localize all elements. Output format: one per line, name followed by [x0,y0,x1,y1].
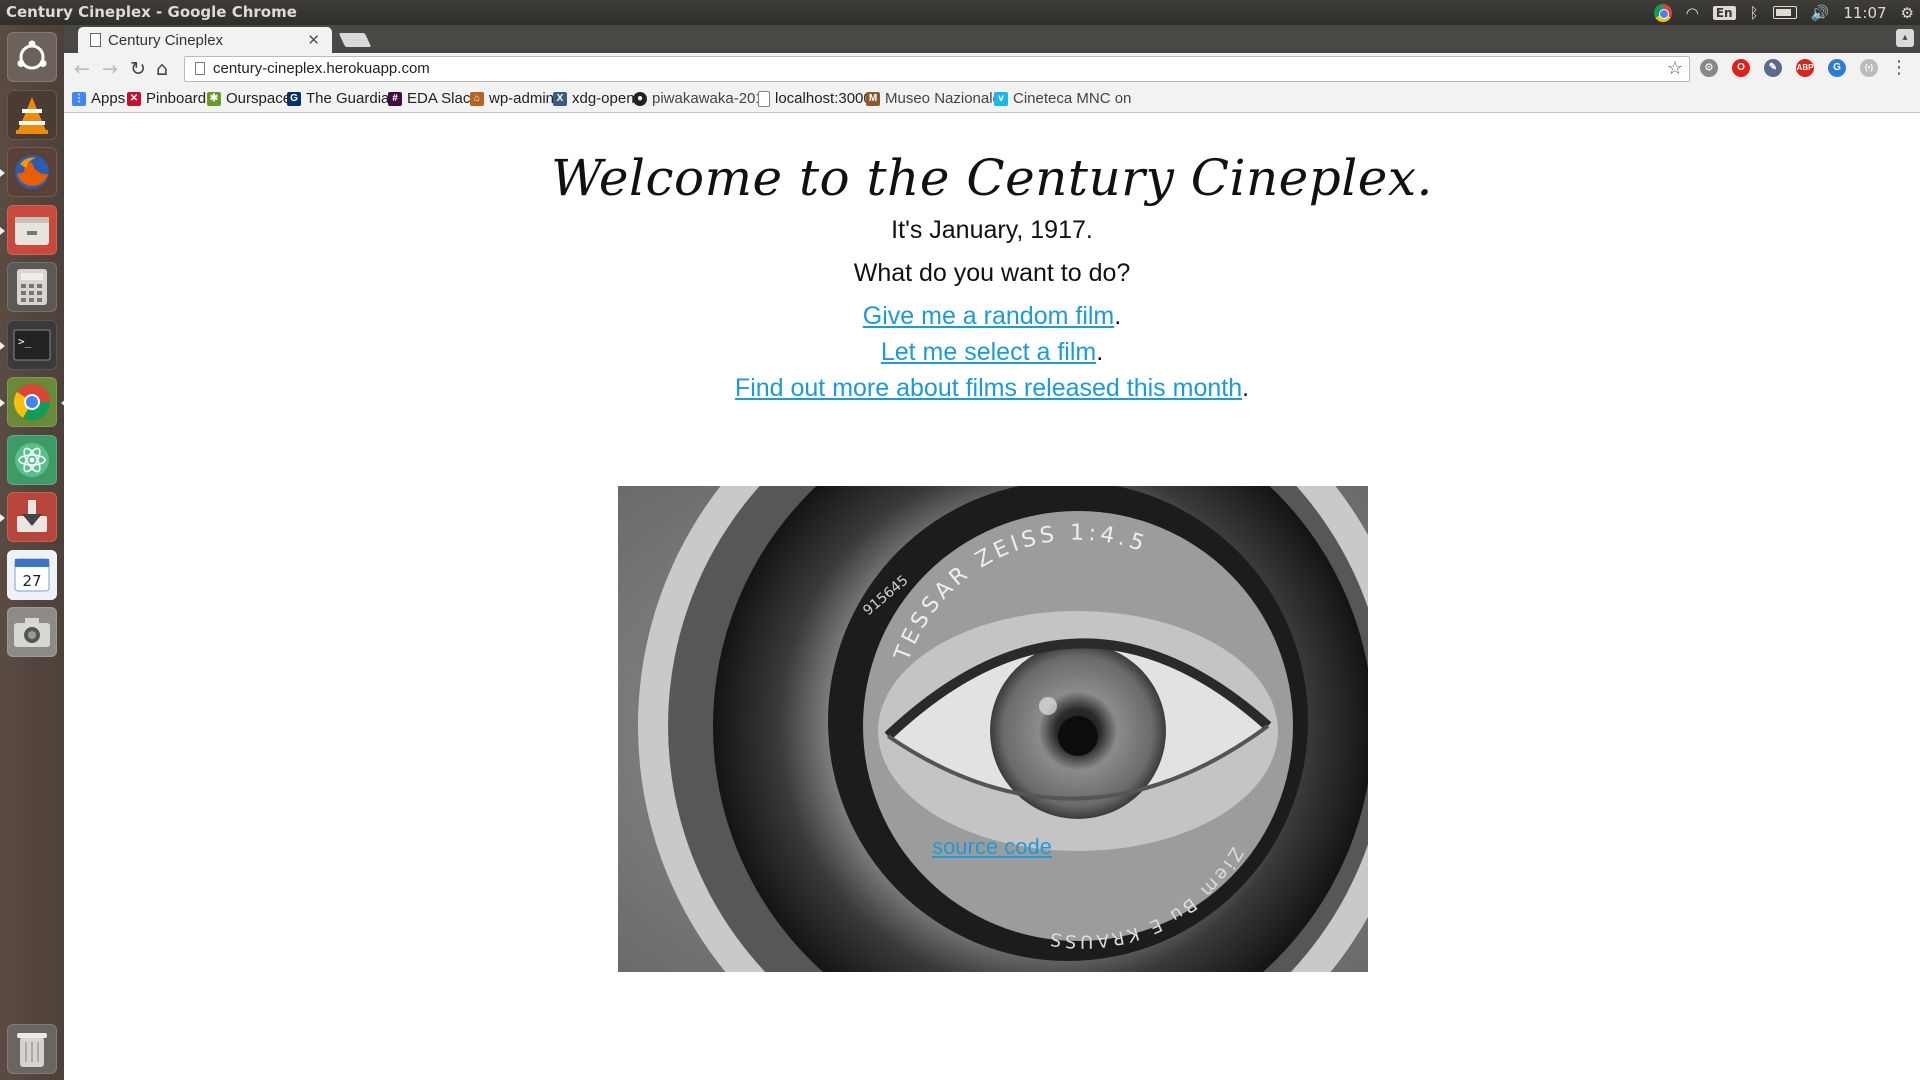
films-this-month-line: Find out more about films released this … [734,374,1250,402]
bookmark-cineteca[interactable]: v Cineteca MNC on [994,90,1131,107]
select-film-line: Let me select a film. [880,338,1104,366]
ubuntu-dash-icon[interactable] [7,32,57,82]
translate-extension-icon[interactable]: G [1828,59,1846,77]
bookmark-piwakawaka[interactable]: ● piwakawaka-201 [633,90,764,107]
rss-extension-icon[interactable]: (•) [1860,59,1878,77]
new-tab-button[interactable] [338,33,372,47]
date-text: It's January, 1917. [891,216,1093,244]
running-indicator [0,227,5,235]
page-content: Welcome to the Century Cineplex. It's Ja… [64,113,1920,1080]
slack-icon: # [388,91,402,106]
terminal-icon[interactable]: >_ [0,320,57,370]
running-indicator [0,514,5,522]
reload-icon[interactable]: ↻ [130,58,146,80]
wp-icon: ⌂ [470,91,484,106]
system-top-panel: Century Cineplex - Google Chrome ◠ En ᛒ … [0,0,1920,25]
volume-icon[interactable]: 🔊 [1811,4,1830,22]
camera-lens-eye-image: TESSAR ZEISS 1:4.5 Ziem Bu E KRAUSS 9156… [618,486,1368,972]
tab-strip: Century Cineplex ✕ ▴ [64,25,1920,53]
bluetooth-icon[interactable]: ᛒ [1750,4,1759,22]
calendar-icon[interactable]: 27 [7,550,57,600]
page-favicon-icon [90,33,101,47]
installer-icon[interactable] [0,492,57,542]
trash-icon[interactable] [7,1024,57,1074]
bookmark-ourspace[interactable]: ✱ Ourspace [207,90,291,107]
museo-icon: M [866,91,880,106]
calculator-icon[interactable] [7,262,57,312]
bookmark-apps[interactable]: ⋮ Apps [72,90,125,107]
random-film-link[interactable]: Give me a random film [863,302,1114,330]
tab-title: Century Cineplex [108,32,224,49]
files-icon[interactable] [0,205,57,255]
page-info-icon[interactable] [195,62,205,75]
apps-grid-icon: ⋮ [72,91,86,106]
svg-text:>_: >_ [18,335,32,348]
page-title: Welcome to the Century Cineplex. [551,149,1433,207]
browser-window: Century Cineplex ✕ ▴ ← → ↻ ⌂ century-cin… [64,25,1920,1080]
bookmark-museo-nazionale[interactable]: M Museo Nazionale [866,90,1001,107]
close-tab-icon[interactable]: ✕ [307,31,320,49]
extension-circle-icon[interactable]: ⊙ [1700,59,1718,77]
films-this-month-link[interactable]: Find out more about films released this … [735,374,1242,402]
clock[interactable]: 11:07 [1843,4,1886,22]
adblock-extension-icon[interactable]: ABP [1796,59,1814,77]
bookmark-star-icon[interactable]: ☆ [1667,58,1683,79]
window-restore-icon[interactable]: ▴ [1896,29,1914,47]
bookmark-the-guardian[interactable]: G The Guardian [287,90,398,107]
running-indicator [0,342,5,350]
atom-icon[interactable] [7,435,57,485]
film-still-image: TESSAR ZEISS 1:4.5 Ziem Bu E KRAUSS 9156… [618,486,1368,972]
random-film-line: Give me a random film. [862,302,1122,330]
opera-extension-icon[interactable]: O [1732,59,1750,77]
chrome-icon[interactable] [0,377,66,427]
chrome-tray-icon[interactable] [1653,3,1672,22]
back-arrow-icon[interactable]: ← [74,58,90,80]
chrome-menu-icon[interactable]: ⋮ [1890,57,1908,78]
window-title: Century Cineplex - Google Chrome [6,3,297,21]
url-text[interactable]: century-cineplex.herokuapp.com [213,60,430,77]
bookmark-wp-admin[interactable]: ⌂ wp-admin [470,90,554,107]
bookmark-xdg-open[interactable]: Xxdg-open [553,90,635,107]
forward-arrow-icon[interactable]: → [102,58,118,80]
vlc-icon[interactable] [7,90,57,140]
pinboard-icon: ✕ [127,91,141,106]
tab-century-cineplex[interactable]: Century Cineplex ✕ [78,27,332,53]
bookmark-pinboard[interactable]: ✕ Pinboard [127,90,206,107]
battery-icon[interactable] [1772,6,1797,19]
browser-toolbar: ← → ↻ ⌂ century-cineplex.herokuapp.com ☆… [64,53,1920,85]
running-indicator [0,169,5,177]
ourspace-icon: ✱ [207,91,221,106]
calendar-date: 27 [22,572,41,590]
bookmarks-bar: ⋮ Apps ✕ Pinboard ✱ Ourspace G The Guardian … [64,85,1920,113]
source-code-link[interactable]: source code [932,834,1052,859]
source-code-line: source code [64,834,1920,860]
settings-gear-icon[interactable]: ⚙ [1901,4,1914,22]
extensions-bar: ⊙ O ✎ ABP G (•) [1700,59,1878,77]
eyedropper-extension-icon[interactable]: ✎ [1764,59,1782,77]
xdg-icon: X [553,91,567,106]
bookmark-eda-slack[interactable]: # EDA Slack [388,90,478,107]
system-tray: ◠ En ᛒ 🔊 11:07 ⚙ [1653,0,1914,25]
wifi-icon[interactable]: ◠ [1686,4,1699,22]
select-film-link[interactable]: Let me select a film [881,338,1096,366]
bookmark-localhost[interactable]: localhost:3000 [758,90,872,107]
home-icon[interactable]: ⌂ [156,58,168,80]
camera-icon[interactable] [7,607,57,657]
address-bar[interactable]: century-cineplex.herokuapp.com ☆ [184,56,1690,82]
vimeo-icon: v [994,91,1008,106]
question-text: What do you want to do? [853,259,1131,287]
guardian-icon: G [287,91,301,106]
github-icon: ● [633,91,647,106]
firefox-icon[interactable] [0,147,57,197]
unity-launcher: >_ 27 [0,25,66,1080]
page-icon [758,90,770,107]
keyboard-layout-indicator[interactable]: En [1712,5,1736,20]
running-indicator [0,399,5,407]
